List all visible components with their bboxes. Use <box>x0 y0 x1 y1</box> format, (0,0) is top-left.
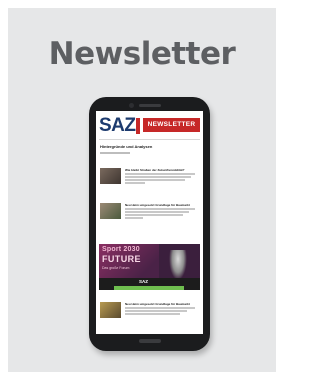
card-title: Newsletter <box>48 36 236 72</box>
logo-accent <box>136 118 140 134</box>
text-line <box>125 176 191 178</box>
ad-athlete-image <box>169 250 187 280</box>
ad-line-2: FUTURE <box>102 254 141 264</box>
text-line <box>125 208 195 210</box>
earpiece-icon <box>139 104 161 107</box>
newsletter-card[interactable]: Newsletter SAZ NEWSLETTER Hintergründe u… <box>8 8 276 372</box>
article-thumbnail <box>100 203 121 219</box>
newsletter-banner: NEWSLETTER <box>143 118 200 132</box>
ad-accent-bar <box>114 286 184 290</box>
text-line <box>125 214 183 216</box>
phone-screen: SAZ NEWSLETTER Hintergründe und Analysen… <box>96 111 203 334</box>
article-title: Neu Heim umgesetzt Grundlage für Baumark… <box>125 302 190 306</box>
section-subline <box>100 152 130 154</box>
ad-brand: SAZ <box>139 279 148 284</box>
section-heading: Hintergründe und Analysen <box>100 144 153 149</box>
ad-banner[interactable]: Sport 2030 FUTURE Das große Forum SAZ <box>99 244 200 290</box>
article-title: Neu Heim umgesetzt Grundlage für Baumark… <box>125 203 190 207</box>
saz-logo: SAZ <box>99 115 136 136</box>
newsletter-header: SAZ NEWSLETTER <box>99 115 200 137</box>
text-line <box>125 310 187 312</box>
article-title: Wie bleibt Straßen der Zukunftsmobilität… <box>125 168 185 172</box>
phone-mockup: SAZ NEWSLETTER Hintergründe und Analysen… <box>89 97 210 351</box>
home-indicator <box>139 339 161 343</box>
camera-icon <box>129 103 134 108</box>
text-line <box>125 211 189 213</box>
article-thumbnail <box>100 302 121 318</box>
text-line <box>125 307 195 309</box>
text-line <box>125 179 185 181</box>
ad-line-1: Sport 2030 <box>102 246 140 253</box>
ad-line-3: Das große Forum <box>102 266 130 270</box>
divider <box>99 139 200 140</box>
text-line <box>125 217 143 219</box>
text-line <box>125 182 145 184</box>
text-line <box>125 313 180 315</box>
text-line <box>125 173 195 175</box>
article-thumbnail <box>100 168 121 184</box>
